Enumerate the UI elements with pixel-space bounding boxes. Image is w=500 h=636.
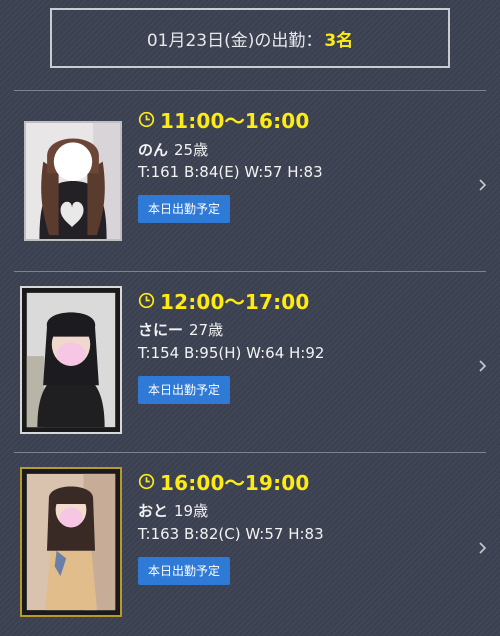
chevron-right-icon[interactable] — [478, 359, 488, 373]
profile-photo[interactable] — [20, 467, 122, 617]
shift-time: 11:00〜16:00 — [160, 109, 310, 133]
attendance-badge: 本日出勤予定 — [138, 195, 231, 223]
profile-name-row: さにー 27歳 — [138, 319, 223, 340]
time-row: 16:00〜19:00 — [138, 467, 310, 496]
schedule-entry[interactable]: 12:00〜17:00 さにー 27歳 T:154 B:95(H) W:64 H:… — [0, 272, 500, 452]
profile-photo[interactable] — [20, 286, 122, 434]
time-row: 12:00〜17:00 — [138, 286, 310, 315]
shift-time: 16:00〜19:00 — [160, 471, 310, 495]
shift-time: 12:00〜17:00 — [160, 290, 310, 314]
attendance-badge: 本日出勤予定 — [138, 557, 231, 585]
time-row: 11:00〜16:00 — [138, 105, 310, 134]
profile-stats: T:161 B:84(E) W:57 H:83 — [138, 163, 323, 181]
schedule-entry[interactable]: 16:00〜19:00 おと 19歳 T:163 B:82(C) W:57 H:8… — [0, 453, 500, 636]
chevron-right-icon[interactable] — [478, 541, 488, 555]
profile-stats: T:163 B:82(C) W:57 H:83 — [138, 525, 324, 543]
clock-icon — [138, 473, 155, 490]
clock-icon — [138, 292, 155, 309]
profile-name[interactable]: さにー — [138, 321, 183, 339]
profile-name-row: おと 19歳 — [138, 500, 208, 521]
profile-age: 27歳 — [189, 321, 224, 339]
profile-age: 25歳 — [174, 141, 209, 159]
attendance-badge: 本日出勤予定 — [138, 376, 231, 404]
profile-age: 19歳 — [174, 502, 209, 520]
attendance-date-label: 01月23日(金)の出勤： — [146, 30, 323, 51]
profile-name-row: のん 25歳 — [138, 139, 208, 160]
profile-name[interactable]: おと — [138, 502, 168, 520]
profile-stats: T:154 B:95(H) W:64 H:92 — [138, 344, 325, 362]
profile-name[interactable]: のん — [138, 141, 168, 159]
clock-icon — [138, 111, 155, 128]
chevron-right-icon[interactable] — [478, 178, 488, 192]
schedule-entry[interactable]: 11:00〜16:00 のん 25歳 T:161 B:84(E) W:57 H:8… — [0, 91, 500, 271]
attendance-count: 3名 — [324, 30, 354, 51]
attendance-header: 01月23日(金)の出勤： 3名 — [50, 8, 450, 68]
profile-photo[interactable] — [24, 121, 122, 241]
